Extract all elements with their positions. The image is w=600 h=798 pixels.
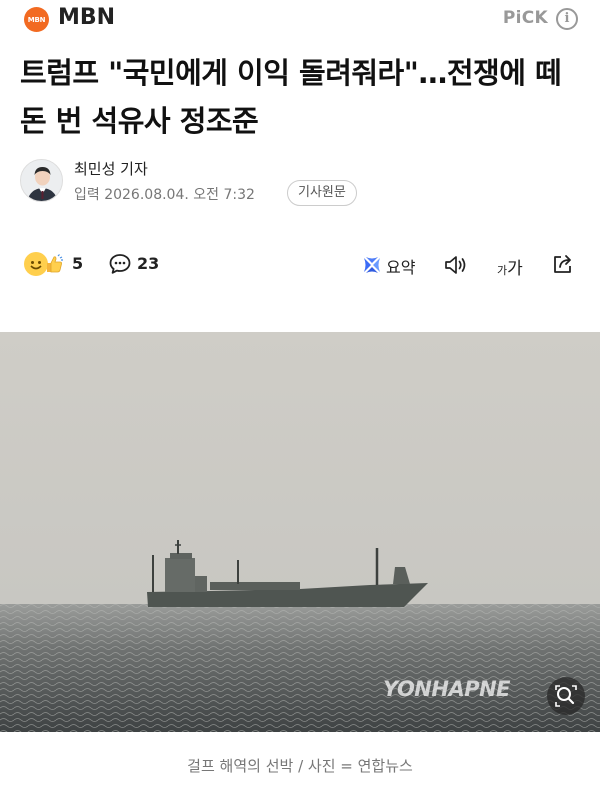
top-bar: MBN MBN PiCK i [0,0,600,40]
font-size-small-label: 가 [497,264,508,277]
article-headline: 트럼프 "국민에게 이익 돌려줘라"…전쟁에 떼돈 번 석유사 정조준 [20,56,562,138]
speaker-icon[interactable] [443,253,469,277]
reaction-count: 5 [72,254,84,273]
summary-label[interactable]: 요약 [386,254,415,278]
photo-watermark: YONHAPNE [383,677,511,701]
reporter-name[interactable]: 최민성 기자 [74,158,148,179]
reporter-avatar[interactable] [20,159,63,202]
original-article-button[interactable]: 기사원문 [287,180,357,206]
press-name[interactable]: MBN [58,5,115,30]
publish-date: 입력 2026.08.04. 오전 7:32 [74,187,255,203]
font-size-big-label: 가 [507,259,523,279]
press-logo[interactable]: MBN [24,7,49,32]
share-icon[interactable] [551,252,575,276]
article-photo[interactable]: YONHAPNE [0,332,600,732]
photo-caption: 걸프 해역의 선박 / 사진 = 연합뉴스 [187,757,413,775]
pick-badge: PiCK [502,8,548,28]
zoom-button[interactable] [547,677,585,715]
magnifier-icon [555,685,577,707]
logo-text: MBN [27,15,46,24]
summary-icon[interactable] [362,255,382,275]
action-row: 5 23 요약 가가 [0,248,600,282]
thumbs-up-icon [47,254,63,273]
comment-count: 23 [137,254,160,273]
comment-icon[interactable] [108,252,132,276]
font-size-button[interactable]: 가가 [497,254,523,279]
info-icon[interactable]: i [556,8,578,30]
